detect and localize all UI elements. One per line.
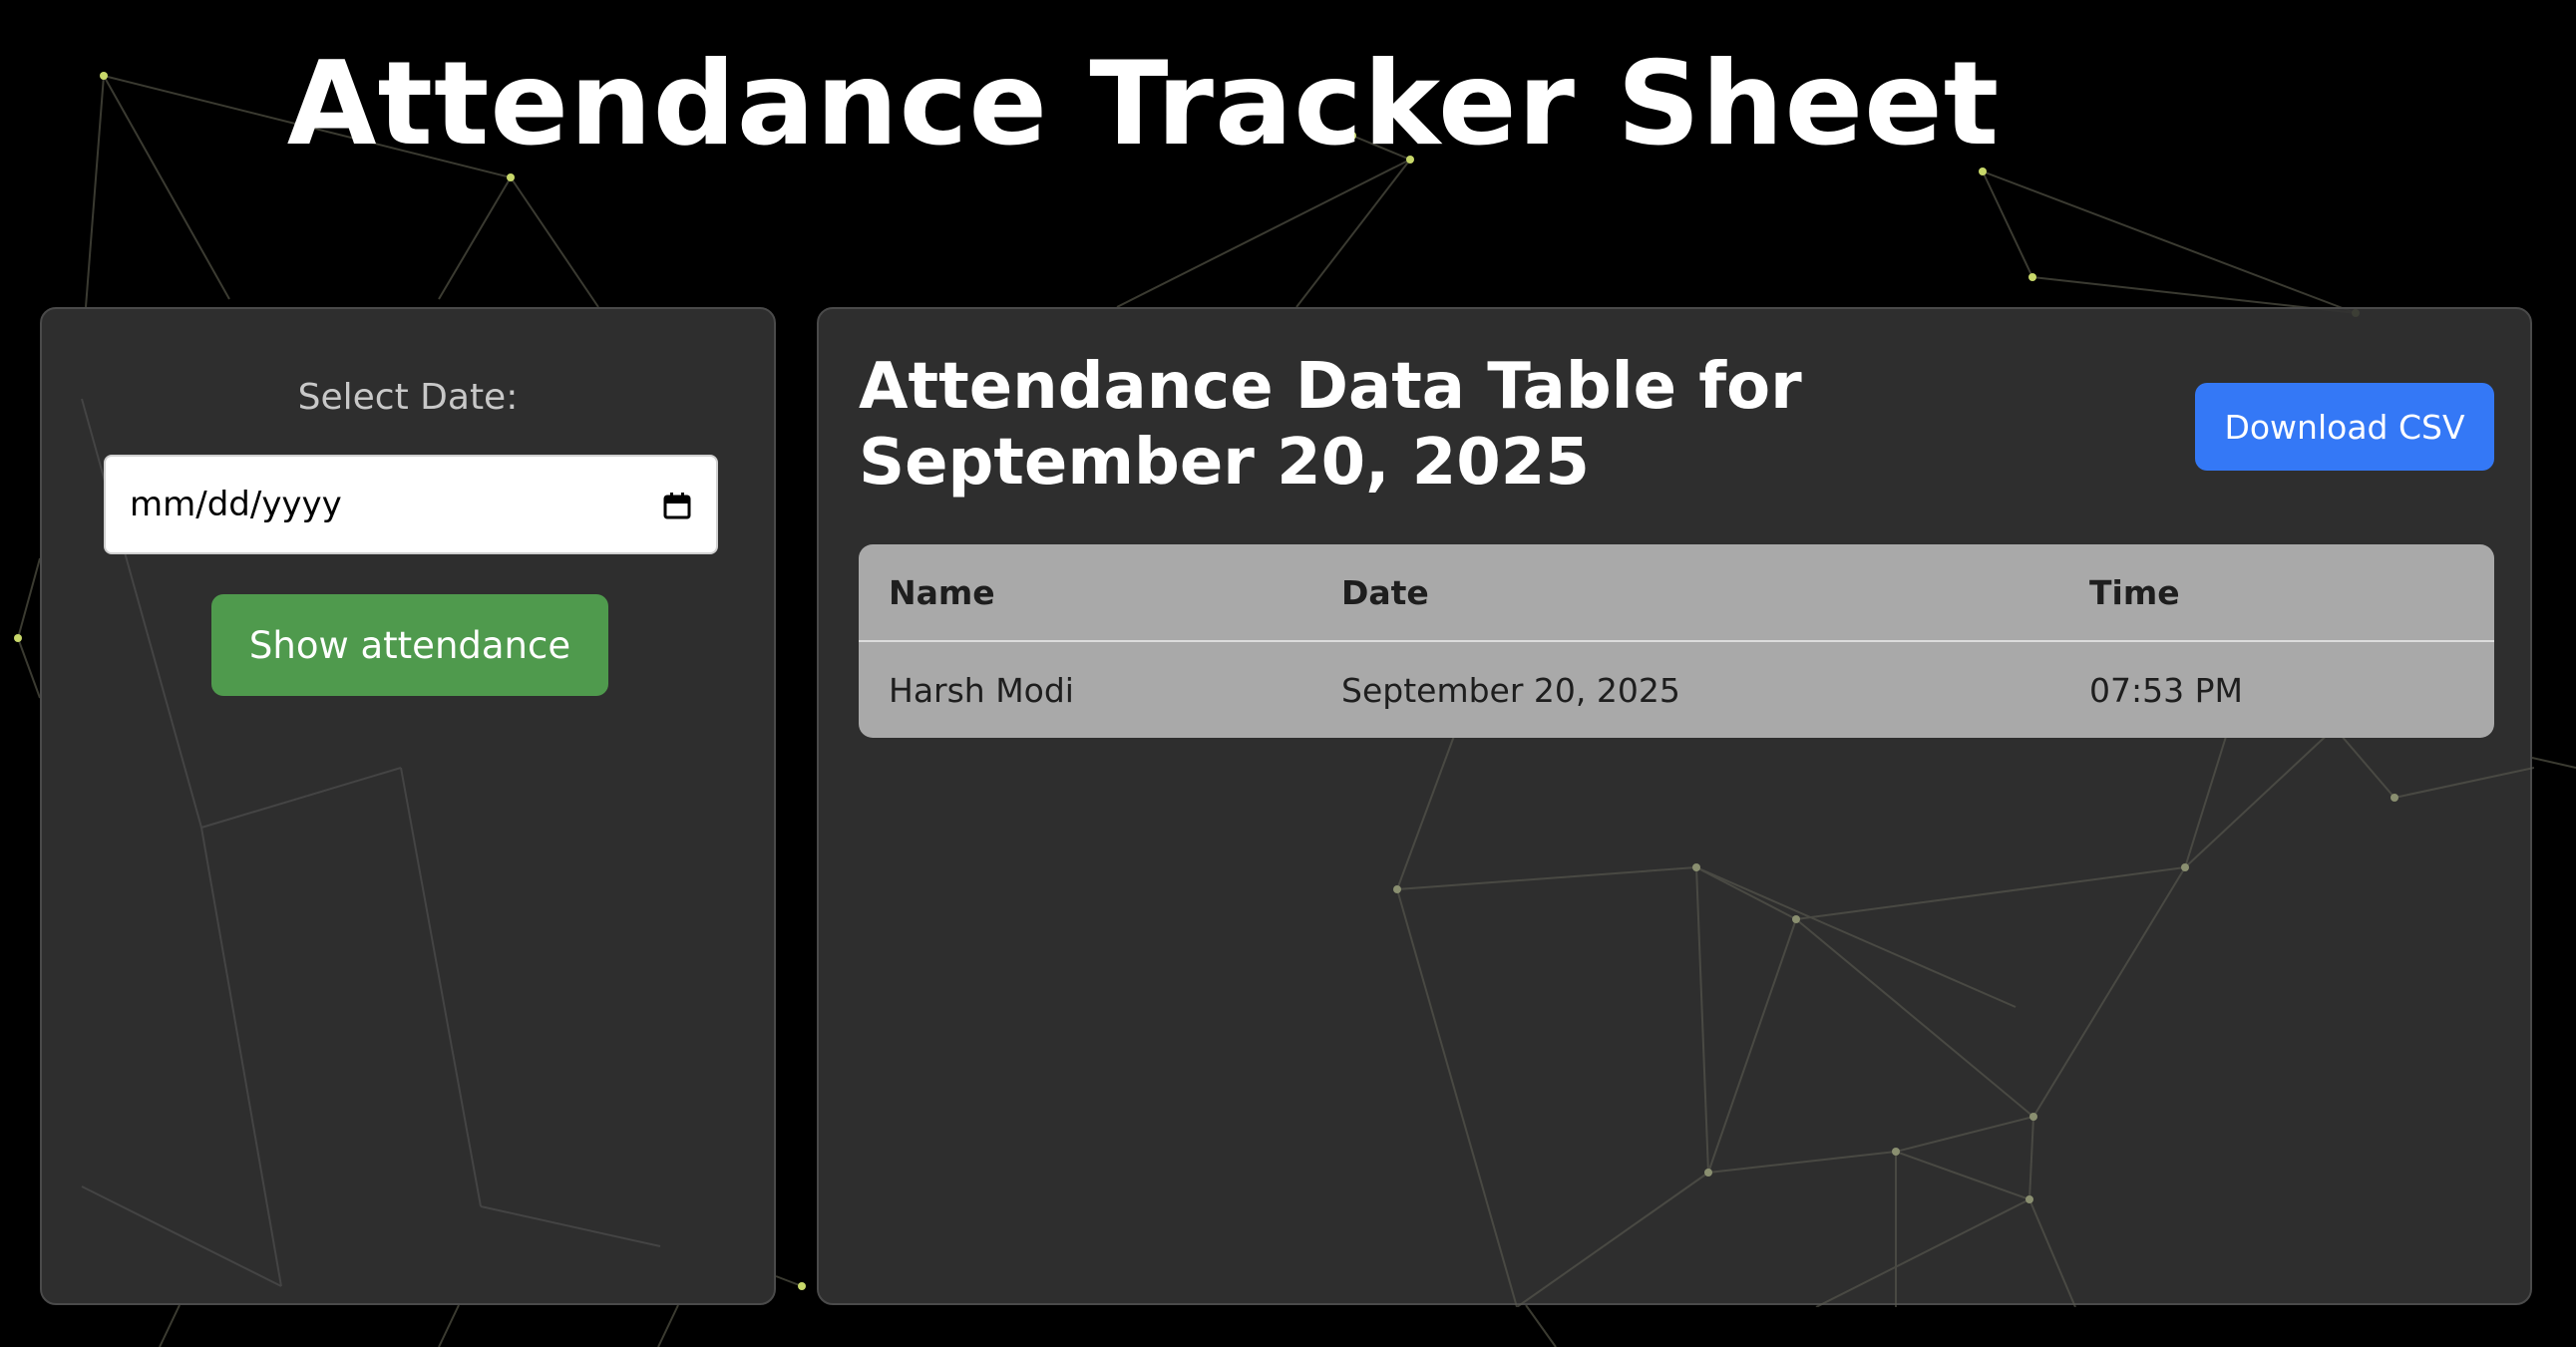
page-title: Attendance Tracker Sheet <box>286 37 2001 171</box>
table-heading-date: September 20, 2025 <box>859 426 1590 500</box>
table-header-row: Name Date Time <box>859 544 2494 642</box>
date-input[interactable]: mm/dd/yyyy <box>104 455 718 554</box>
attendance-table-panel: Attendance Data Table for September 20, … <box>817 307 2534 1307</box>
cell-time: 07:53 PM <box>2089 670 2243 710</box>
table-heading-line1: Attendance Data Table for <box>859 350 1802 424</box>
column-header-time: Time <box>2089 572 2180 612</box>
show-attendance-button[interactable]: Show attendance <box>211 594 608 696</box>
attendance-table: Name Date Time Harsh Modi September 20, … <box>859 544 2494 738</box>
column-header-date: Date <box>1341 572 1429 612</box>
date-input-placeholder: mm/dd/yyyy <box>130 485 342 524</box>
column-header-name: Name <box>889 572 995 612</box>
download-csv-button[interactable]: Download CSV <box>2195 383 2494 471</box>
date-filter-panel: Select Date: mm/dd/yyyy Show attendance <box>40 307 776 1305</box>
app-window: Attendance Tracker Sheet Select Date: mm… <box>0 0 2576 1347</box>
select-date-label: Select Date: <box>297 377 519 418</box>
cell-name: Harsh Modi <box>889 670 1074 710</box>
cell-date: September 20, 2025 <box>1341 670 1680 710</box>
calendar-icon[interactable] <box>662 490 692 519</box>
table-row: Harsh Modi September 20, 2025 07:53 PM <box>859 642 2494 738</box>
table-heading: Attendance Data Table for September 20, … <box>859 349 1896 501</box>
